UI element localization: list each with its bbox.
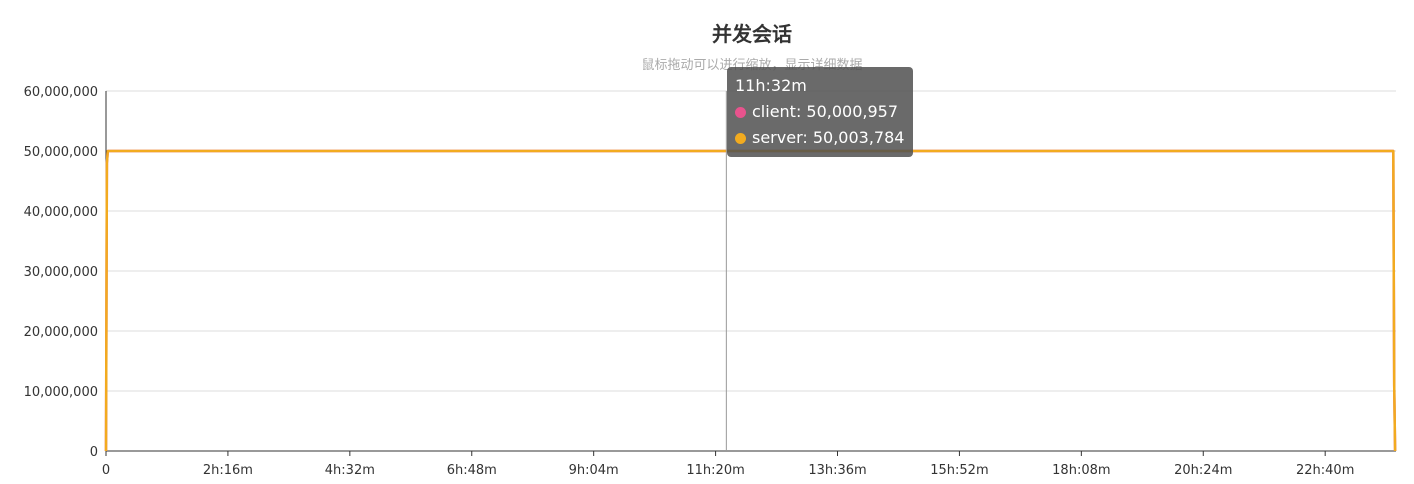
x-tick-label: 11h:20m: [686, 463, 744, 478]
tooltip-time: 11h:32m: [735, 76, 807, 95]
tooltip-client-text: client: 50,000,957: [752, 102, 899, 121]
x-tick-label: 4h:32m: [325, 463, 375, 478]
y-tick-label: 20,000,000: [24, 325, 98, 340]
x-tick-label: 9h:04m: [569, 463, 619, 478]
y-tick-label: 60,000,000: [24, 85, 98, 100]
server-dot-icon: [735, 133, 746, 144]
y-tick-label: 10,000,000: [24, 385, 98, 400]
tooltip-server-text: server: 50,003,784: [752, 128, 905, 147]
tooltip-row-client: client: 50,000,957: [735, 99, 905, 125]
chart-tooltip: 11h:32m client: 50,000,957 server: 50,00…: [727, 67, 913, 157]
x-tick-label: 2h:16m: [203, 463, 253, 478]
x-tick-label: 13h:36m: [808, 463, 866, 478]
line-chart[interactable]: 0 10,000,000 20,000,000 30,000,000 40,000,00…: [0, 0, 1414, 484]
y-tick-label: 30,000,000: [24, 265, 98, 280]
client-dot-icon: [735, 107, 746, 118]
tooltip-row-server: server: 50,003,784: [735, 125, 905, 151]
x-tick-label: 15h:52m: [930, 463, 988, 478]
series-line-server: [104, 149, 1397, 452]
y-tick-label: 50,000,000: [24, 145, 98, 160]
x-tick-label: 0: [102, 463, 110, 478]
x-tick-label: 18h:08m: [1052, 463, 1110, 478]
y-tick-label: 0: [90, 445, 98, 460]
series-line-client: [104, 149, 1397, 452]
y-tick-label: 40,000,000: [24, 205, 98, 220]
x-tick-label: 20h:24m: [1174, 463, 1232, 478]
x-tick-label: 6h:48m: [447, 463, 497, 478]
x-tick-label: 22h:40m: [1296, 463, 1354, 478]
